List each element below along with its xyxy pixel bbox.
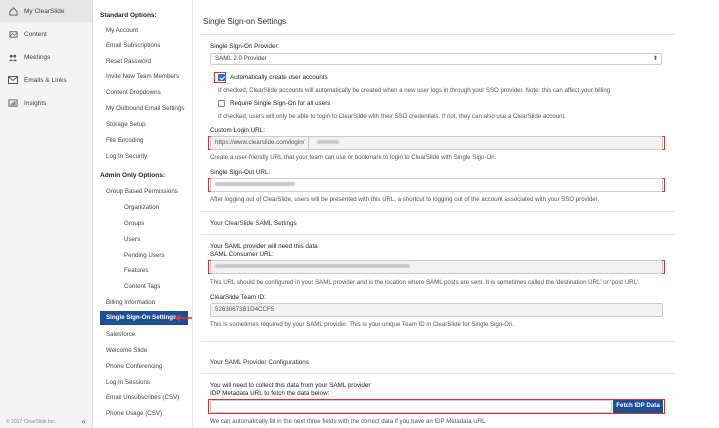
nav-label: Content [24, 30, 47, 38]
sidebar-item-features[interactable]: Features [124, 267, 148, 274]
consumer-url-help: This URL should be configured in your SA… [210, 279, 640, 286]
sidebar-item-login-sessions[interactable]: Log In Sessions [106, 379, 150, 386]
app-nav: My ClearSlide Content Meetings Emails & … [0, 0, 93, 428]
team-id-help: This is sometimes required by your SAML … [210, 321, 515, 328]
section-divider [201, 211, 675, 212]
auto-create-checkbox[interactable] [218, 74, 225, 81]
email-icon [8, 76, 18, 85]
custom-login-prefix: https://www.clearslide.com/login/ [215, 137, 310, 149]
provider-label: Single Sign-On Provider: [210, 43, 280, 50]
signout-input[interactable] [210, 178, 663, 192]
redacted-text [215, 182, 295, 187]
idp-metadata-input[interactable] [210, 400, 612, 413]
team-id-label: ClearSlide Team ID: [210, 294, 266, 301]
sidebar-item-billing[interactable]: Billing Information [106, 299, 155, 306]
require-sso-row[interactable]: Require Single Sign-On for all users [218, 100, 330, 107]
nav-insights[interactable]: Insights [0, 92, 92, 114]
auto-create-help: If checked, ClearSlide accounts will aut… [218, 87, 611, 94]
standard-options-heading: Standard Options: [100, 12, 157, 19]
provider-config-heading: Your SAML Provider Configurations [210, 359, 309, 366]
require-sso-help: If checked, users will only be able to l… [218, 113, 566, 120]
content-icon [8, 30, 18, 39]
saml-settings-heading: Your ClearSlide SAML Settings [210, 220, 297, 227]
section-divider [201, 373, 675, 374]
custom-login-input[interactable]: https://www.clearslide.com/login/ [210, 136, 663, 150]
provider-select[interactable]: SAML 2.0 Provider ⬍ [210, 53, 662, 65]
sidebar-item-outbound-email[interactable]: My Outbound Email Settings [106, 105, 184, 112]
saml-need-text: Your SAML provider will need this data [210, 243, 318, 250]
signout-label: Single Sign-Out URL: [210, 169, 271, 176]
idp-metadata-help: We can automatically fill in the next th… [210, 418, 486, 425]
nav-emails-links[interactable]: Emails & Links [0, 69, 92, 91]
copyright-footer: © 2017 ClearSlide Inc. [6, 419, 57, 425]
custom-login-help: Create a user-friendly URL that your tea… [210, 154, 497, 161]
idp-metadata-label: IDP Metadata URL to fetch the data below… [210, 390, 330, 397]
sidebar-item-groups[interactable]: Groups [124, 220, 144, 227]
sidebar-item-phone-conferencing[interactable]: Phone Conferencing [106, 363, 162, 370]
admin-options-heading: Admin Only Options: [100, 172, 165, 179]
nav-label: Insights [24, 99, 47, 107]
home-icon [8, 6, 18, 16]
collect-data-text: You will need to collect this data from … [210, 382, 371, 389]
nav-content[interactable]: Content [0, 23, 92, 45]
sso-settings-panel: Single Sign-on Settings Single Sign-On P… [193, 0, 719, 428]
nav-label: Meetings [24, 53, 51, 61]
settings-sidebar: Standard Options: My Account Email Subsc… [93, 0, 193, 428]
section-divider [201, 341, 675, 342]
auto-create-row[interactable]: Automatically create user accounts [218, 74, 328, 81]
custom-login-label: Custom Login URL: [210, 127, 265, 134]
page-title: Single Sign-on Settings [203, 17, 287, 26]
sidebar-item-email-unsubscribes[interactable]: Email Unsubscribes (CSV) [106, 394, 179, 401]
sidebar-item-phone-usage[interactable]: Phone Usage (CSV) [106, 410, 162, 417]
team-id-input[interactable]: 52630673B1D4CCF5 [210, 303, 663, 317]
nav-label: My ClearSlide [24, 7, 65, 15]
nav-meetings[interactable]: Meetings [0, 46, 92, 68]
sidebar-item-content-dropdowns[interactable]: Content Dropdowns [106, 89, 161, 96]
signout-help: After logging out of ClearSlide, users w… [210, 196, 600, 203]
sidebar-item-salesforce[interactable]: Salesforce [106, 331, 135, 338]
meetings-icon [8, 53, 18, 62]
sidebar-item-login-security[interactable]: Log In Security [106, 153, 147, 160]
nav-my-clearslide[interactable]: My ClearSlide [0, 0, 92, 22]
section-divider [201, 234, 675, 235]
sidebar-item-content-tags[interactable]: Content Tags [124, 283, 160, 290]
sidebar-item-email-subscriptions[interactable]: Email Subscriptions [106, 42, 160, 49]
nav-label: Emails & Links [24, 76, 67, 84]
sidebar-item-organization[interactable]: Organization [124, 204, 159, 211]
require-sso-checkbox[interactable] [218, 100, 225, 107]
sidebar-item-welcome-slide[interactable]: Welcome Slide [106, 347, 147, 354]
auto-create-label: Automatically create user accounts [230, 74, 328, 81]
sidebar-item-my-account[interactable]: My Account [106, 27, 138, 34]
sidebar-item-file-encoding[interactable]: File Encoding [106, 137, 144, 144]
sidebar-item-storage-setup[interactable]: Storage Setup [106, 121, 146, 128]
sidebar-item-pending-users[interactable]: Pending Users [124, 252, 165, 259]
annotation-arrow-icon [174, 314, 192, 322]
fetch-idp-data-button[interactable]: Fetch IDP Data [613, 400, 663, 413]
title-divider [201, 34, 675, 35]
redacted-text [215, 264, 410, 269]
redacted-text [317, 140, 340, 145]
collapse-nav-icon[interactable]: « [82, 417, 86, 426]
provider-select-value: SAML 2.0 Provider [215, 55, 267, 62]
sidebar-item-users[interactable]: Users [124, 236, 140, 243]
sidebar-item-group-permissions[interactable]: Group Based Permissions [106, 188, 178, 195]
chevron-updown-icon: ⬍ [652, 56, 658, 62]
sidebar-item-invite-team[interactable]: Invite New Team Members [106, 73, 179, 80]
sidebar-item-reset-password[interactable]: Reset Password [106, 58, 151, 65]
require-sso-label: Require Single Sign-On for all users [230, 100, 331, 107]
team-id-value: 52630673B1D4CCF5 [215, 306, 275, 313]
consumer-url-label: SAML Consumer URL: [210, 251, 274, 258]
insights-icon [8, 98, 18, 108]
consumer-url-input[interactable] [210, 260, 663, 274]
